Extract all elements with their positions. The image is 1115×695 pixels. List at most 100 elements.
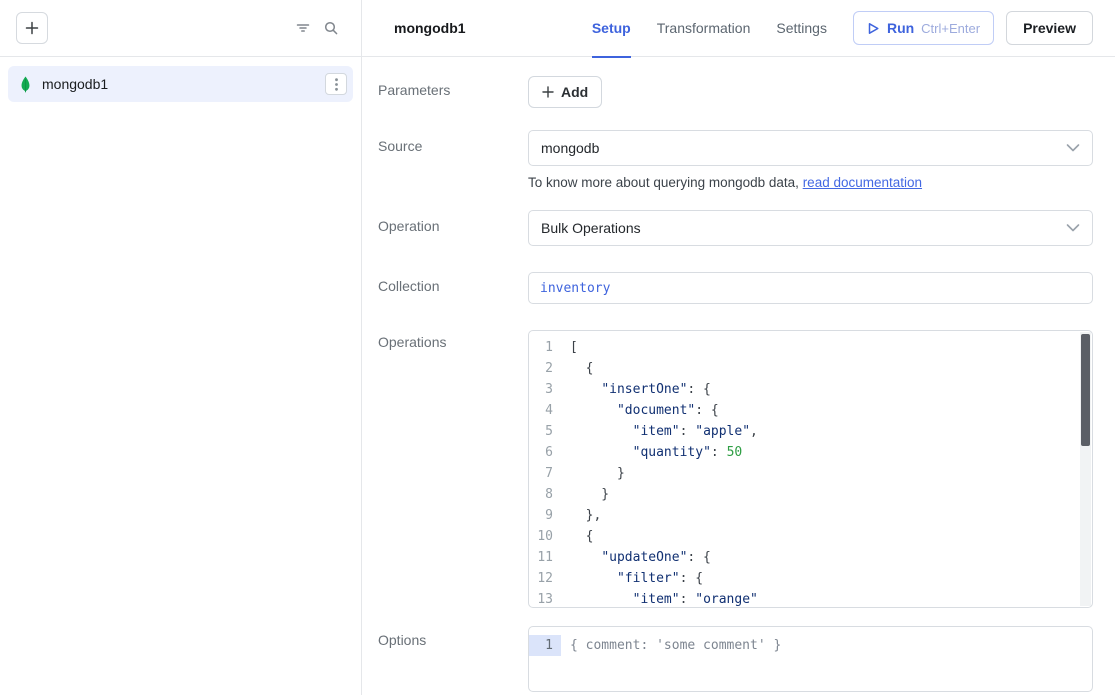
- operations-label: Operations: [378, 330, 528, 608]
- editor-tabs: Setup Transformation Settings: [592, 0, 827, 57]
- code-text: "insertOne": {: [561, 379, 711, 400]
- tab-settings[interactable]: Settings: [776, 0, 827, 57]
- query-setup-form: Parameters Add Source mongodb: [362, 57, 1115, 695]
- operation-select[interactable]: Bulk Operations: [528, 210, 1093, 246]
- source-row: Source mongodb To know more about queryi…: [378, 130, 1093, 190]
- code-line[interactable]: 5 "item": "apple",: [529, 421, 1092, 442]
- plus-icon: [25, 21, 39, 35]
- code-line[interactable]: 12 "filter": {: [529, 568, 1092, 589]
- code-text: }: [561, 484, 609, 505]
- filter-icon: [295, 20, 311, 36]
- mongodb-leaf-icon: [18, 76, 33, 93]
- tab-transformation[interactable]: Transformation: [657, 0, 751, 57]
- code-text: "document": {: [561, 400, 719, 421]
- parameters-label: Parameters: [378, 76, 528, 108]
- query-item-label: mongodb1: [42, 76, 316, 92]
- code-text: },: [561, 505, 601, 526]
- run-button-shortcut: Ctrl+Enter: [921, 21, 980, 36]
- search-button[interactable]: [317, 14, 345, 42]
- query-list: mongodb1: [0, 57, 361, 111]
- operation-label: Operation: [378, 210, 528, 246]
- code-text: {: [561, 526, 593, 547]
- code-line[interactable]: 1[: [529, 337, 1092, 358]
- line-number: 11: [529, 547, 561, 568]
- collection-input-value: inventory: [540, 281, 610, 296]
- filter-button[interactable]: [289, 14, 317, 42]
- preview-button[interactable]: Preview: [1006, 11, 1093, 45]
- operation-row: Operation Bulk Operations: [378, 210, 1093, 246]
- query-sidebar: mongodb1: [0, 0, 362, 695]
- code-text: "item": "apple",: [561, 421, 758, 442]
- query-editor-header: mongodb1 Setup Transformation Settings R…: [362, 0, 1115, 57]
- code-line[interactable]: 10 {: [529, 526, 1092, 547]
- code-line[interactable]: 13 "item": "orange": [529, 589, 1092, 608]
- operation-select-value: Bulk Operations: [541, 220, 641, 236]
- collection-row: Collection inventory: [378, 272, 1093, 304]
- options-code-editor[interactable]: 1{ comment: 'some comment' }: [528, 626, 1093, 692]
- chevron-down-icon: [1066, 224, 1080, 233]
- preview-button-label: Preview: [1023, 20, 1076, 36]
- operations-row: Operations 1[2 {3 "insertOne": {4 "docum…: [378, 330, 1093, 608]
- line-number: 3: [529, 379, 561, 400]
- add-parameter-button[interactable]: Add: [528, 76, 602, 108]
- code-line[interactable]: 6 "quantity": 50: [529, 442, 1092, 463]
- options-label: Options: [378, 626, 528, 692]
- line-number: 4: [529, 400, 561, 421]
- add-query-button[interactable]: [16, 12, 48, 44]
- run-button[interactable]: Run Ctrl+Enter: [853, 11, 994, 45]
- code-line[interactable]: 4 "document": {: [529, 400, 1092, 421]
- code-line[interactable]: 1{ comment: 'some comment' }: [529, 635, 1092, 656]
- add-parameter-label: Add: [561, 84, 588, 100]
- code-line[interactable]: 9 },: [529, 505, 1092, 526]
- plus-icon: [542, 86, 554, 98]
- line-number: 10: [529, 526, 561, 547]
- line-number: 9: [529, 505, 561, 526]
- line-number: 13: [529, 589, 561, 608]
- editor-scrollbar[interactable]: [1080, 332, 1091, 606]
- code-line[interactable]: 2 {: [529, 358, 1092, 379]
- source-help-text: To know more about querying mongodb data…: [528, 175, 1093, 190]
- query-editor-panel: mongodb1 Setup Transformation Settings R…: [362, 0, 1115, 695]
- read-documentation-link[interactable]: read documentation: [803, 175, 922, 190]
- line-number: 5: [529, 421, 561, 442]
- parameters-row: Parameters Add: [378, 76, 1093, 108]
- code-line[interactable]: 7 }: [529, 463, 1092, 484]
- sidebar-toolbar: [0, 0, 361, 57]
- source-help-prefix: To know more about querying mongodb data…: [528, 175, 803, 190]
- code-text: {: [561, 358, 593, 379]
- query-list-item-mongodb1[interactable]: mongodb1: [8, 66, 353, 102]
- scrollbar-thumb[interactable]: [1081, 334, 1090, 446]
- kebab-icon: [335, 78, 338, 91]
- tab-setup[interactable]: Setup: [592, 0, 631, 57]
- query-item-menu-button[interactable]: [325, 73, 347, 95]
- code-text: "filter": {: [561, 568, 703, 589]
- options-row: Options 1{ comment: 'some comment' }: [378, 626, 1093, 692]
- code-text: }: [561, 463, 625, 484]
- chevron-down-icon: [1066, 144, 1080, 153]
- code-text: "updateOne": {: [561, 547, 711, 568]
- app-window: mongodb1 mongodb1 Setup Transformation S…: [0, 0, 1115, 695]
- code-text: "item": "orange": [561, 589, 758, 608]
- collection-label: Collection: [378, 272, 528, 304]
- code-line[interactable]: 3 "insertOne": {: [529, 379, 1092, 400]
- play-icon: [867, 22, 880, 35]
- line-number: 12: [529, 568, 561, 589]
- line-number: 1: [529, 635, 561, 656]
- line-number: 7: [529, 463, 561, 484]
- line-number: 6: [529, 442, 561, 463]
- code-text: { comment: 'some comment' }: [561, 635, 781, 656]
- collection-input[interactable]: inventory: [528, 272, 1093, 304]
- source-label: Source: [378, 130, 528, 190]
- code-text: "quantity": 50: [561, 442, 742, 463]
- run-button-label: Run: [887, 20, 914, 36]
- line-number: 8: [529, 484, 561, 505]
- source-select[interactable]: mongodb: [528, 130, 1093, 166]
- line-number: 2: [529, 358, 561, 379]
- code-text: [: [561, 337, 578, 358]
- line-number: 1: [529, 337, 561, 358]
- search-icon: [323, 20, 339, 36]
- query-title: mongodb1: [394, 20, 466, 36]
- code-line[interactable]: 8 }: [529, 484, 1092, 505]
- operations-code-editor[interactable]: 1[2 {3 "insertOne": {4 "document": {5 "i…: [528, 330, 1093, 608]
- code-line[interactable]: 11 "updateOne": {: [529, 547, 1092, 568]
